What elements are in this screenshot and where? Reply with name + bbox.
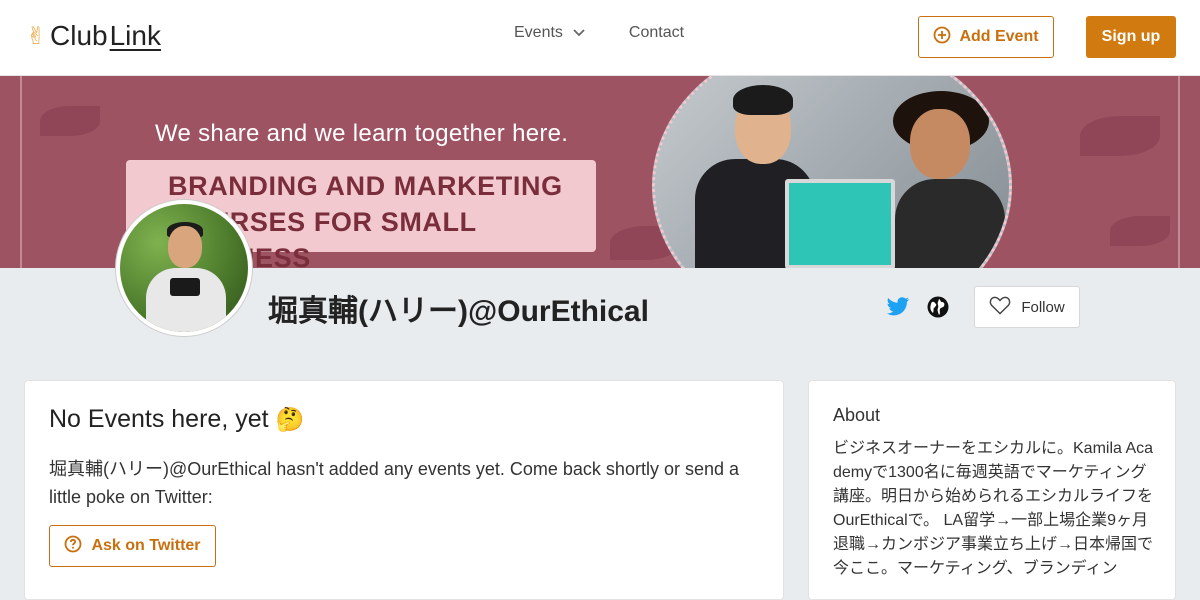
sign-up-button[interactable]: Sign up [1086,16,1176,58]
chevron-down-icon [573,29,585,37]
thinking-face-icon: 🤔 [275,406,305,432]
victory-hand-icon: ✌ [26,22,47,50]
clublink-logo[interactable]: ✌ Club Link [26,20,161,52]
nav-contact-label: Contact [628,24,685,41]
heart-icon [989,295,1011,319]
question-circle-icon [64,535,82,558]
ask-on-twitter-button[interactable]: Ask on Twitter [49,525,216,567]
laptop-image [785,179,895,268]
events-card-message: 堀真輔(ハリー)@OurEthical hasn't added any eve… [49,459,739,507]
events-card-title-text: No Events here, yet [49,405,269,433]
profile-name: 堀真輔(ハリー)@OurEthical [268,295,649,328]
add-event-label: Add Event [959,28,1039,45]
nav-events-dropdown[interactable]: Events [514,24,585,42]
events-card: No Events here, yet 🤔 堀真輔(ハリー)@OurEthica… [24,380,784,600]
events-card-title: No Events here, yet 🤔 [49,405,304,434]
logo-text-link: Link [109,20,161,51]
about-text: ビジネスオーナーをエシカルに。Kamila Academyで1300名に毎週英語… [833,440,1154,577]
follow-button[interactable]: Follow [974,286,1080,328]
banner-photo [652,76,1012,268]
nav-events-label: Events [514,24,563,41]
banner-tagline: We share and we learn together here. [155,120,569,147]
sign-up-label: Sign up [1101,28,1161,45]
logo-text-club: Club [50,20,108,51]
add-event-button[interactable]: Add Event [918,16,1054,58]
nav-contact-link[interactable]: Contact [629,24,684,42]
ask-on-twitter-label: Ask on Twitter [91,537,201,554]
globe-icon[interactable] [927,296,949,323]
camera-icon [170,278,200,296]
plus-circle-icon [933,26,951,49]
twitter-icon[interactable] [886,296,910,323]
about-card: About ビジネスオーナーをエシカルに。Kamila Academyで1300… [808,380,1176,600]
about-title: About [833,405,881,425]
main-nav: Events Contact [514,24,684,42]
profile-avatar [116,200,252,336]
top-navbar: ✌ Club Link Events Contact Add Event Sign… [0,0,1200,76]
follow-label: Follow [1021,298,1065,316]
